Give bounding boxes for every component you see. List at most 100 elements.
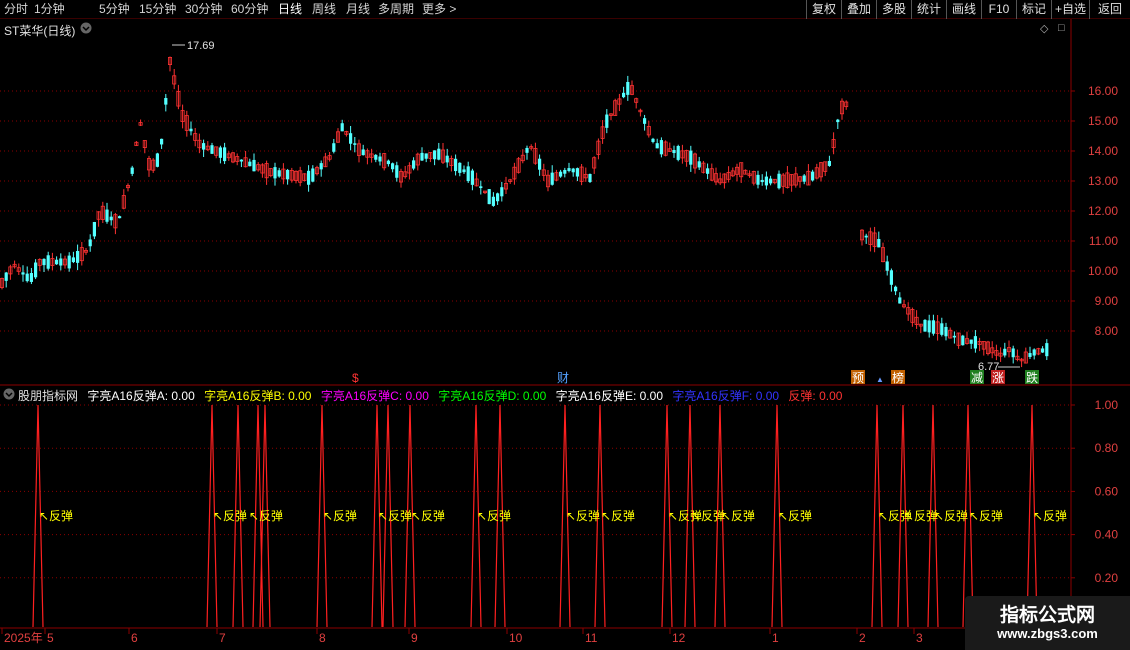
candle-body xyxy=(462,169,466,173)
candle-body xyxy=(248,161,252,167)
period-tab-1min[interactable]: 1分钟 xyxy=(34,1,65,18)
event-marker: 涨 xyxy=(992,370,1004,385)
candle-body xyxy=(59,258,63,266)
candle-body xyxy=(894,286,898,292)
site-watermark: 指标公式网 www.zbgs3.com xyxy=(965,596,1130,650)
overlay-button[interactable]: 叠加 xyxy=(841,0,876,19)
period-toolbar: 分时 1分钟 5分钟 15分钟 30分钟 60分钟 日线 周线 月线 多周期 更… xyxy=(0,0,1130,19)
x-axis-label: 6 xyxy=(131,631,138,645)
candle-body xyxy=(433,150,437,160)
candle-body xyxy=(952,335,956,338)
candle-body xyxy=(218,147,222,158)
rebound-signal-label: ↖反弹 xyxy=(1033,509,1067,523)
candle-body xyxy=(109,216,113,221)
period-tab-5min[interactable]: 5分钟 xyxy=(99,1,130,18)
candle-body xyxy=(210,145,214,154)
candle-body xyxy=(311,168,315,182)
watermark-url: www.zbgs3.com xyxy=(997,626,1098,641)
price-tick-label: 14.00 xyxy=(1088,144,1118,158)
indicator-tick-label: 0.60 xyxy=(1095,484,1119,498)
period-tab-15min[interactable]: 15分钟 xyxy=(139,1,176,18)
rebound-signal-label: ↖反弹 xyxy=(411,509,445,523)
x-axis-label: 8 xyxy=(319,631,326,645)
mark-button[interactable]: 标记 xyxy=(1016,0,1051,19)
candle-body xyxy=(944,326,948,337)
period-tab-intraday[interactable]: 分时 xyxy=(4,1,28,18)
candle-body xyxy=(307,170,311,185)
candle-body xyxy=(487,189,491,205)
candle-body xyxy=(361,149,365,156)
candle-body xyxy=(1003,348,1007,356)
candle-body xyxy=(395,165,399,178)
back-button[interactable]: 返回 xyxy=(1089,0,1130,19)
candle-body xyxy=(332,143,336,152)
x-axis-label: 5 xyxy=(47,631,54,645)
rebound-signal-label: ↖反弹 xyxy=(323,509,357,523)
candle-body xyxy=(34,262,38,278)
candle-body xyxy=(777,173,781,189)
x-axis-label: 2 xyxy=(859,631,866,645)
statistics-button[interactable]: 统计 xyxy=(911,0,946,19)
candle-body xyxy=(378,156,382,162)
candle-body xyxy=(760,179,764,183)
candle-body xyxy=(454,158,458,172)
candle-body xyxy=(76,251,80,263)
candle-body xyxy=(643,118,647,124)
candle-body xyxy=(29,273,33,282)
candle-body xyxy=(940,323,944,335)
add-watchlist-button[interactable]: +自选 xyxy=(1051,0,1089,19)
watermark-title: 指标公式网 xyxy=(999,605,1095,626)
price-tick-label: 12.00 xyxy=(1088,204,1118,218)
period-tab-more[interactable]: 更多 > xyxy=(422,1,456,18)
candle-body xyxy=(811,171,815,181)
candle-body xyxy=(764,176,768,186)
period-tab-weekly[interactable]: 周线 xyxy=(312,1,336,18)
candle-body xyxy=(374,154,378,160)
candle-body xyxy=(836,119,840,123)
price-tick-label: 16.00 xyxy=(1088,84,1118,98)
candle-body xyxy=(697,161,701,168)
candle-body xyxy=(605,114,609,128)
candle-body xyxy=(1041,348,1045,353)
candle-body xyxy=(412,160,416,169)
candle-body xyxy=(349,133,353,144)
candle-body xyxy=(496,193,500,202)
candle-body xyxy=(563,169,567,174)
event-marker: 榜 xyxy=(892,370,904,385)
f10-button[interactable]: F10 xyxy=(981,0,1016,19)
event-arrow: ▲ xyxy=(876,375,884,384)
candle-body xyxy=(155,153,159,167)
rebound-signal-label: ↖反弹 xyxy=(778,509,812,523)
indicator-tick-label: 0.20 xyxy=(1095,571,1119,585)
candle-body xyxy=(105,209,109,222)
candle-body xyxy=(923,319,927,332)
period-tab-daily[interactable]: 日线 xyxy=(278,1,302,18)
rebound-signal-label: ↖反弹 xyxy=(691,509,725,523)
adjust-button[interactable]: 复权 xyxy=(806,0,841,19)
candle-body xyxy=(340,123,344,132)
candle-body xyxy=(588,173,592,183)
multi-stock-button[interactable]: 多股 xyxy=(876,0,911,19)
candle-body xyxy=(559,171,563,177)
kline-chart-canvas[interactable]: 16.0015.0014.0013.0012.0011.0010.009.008… xyxy=(0,19,1130,650)
price-tick-label: 15.00 xyxy=(1088,114,1118,128)
draw-line-button[interactable]: 画线 xyxy=(946,0,981,19)
candle-body xyxy=(655,143,659,149)
candle-body xyxy=(500,187,504,197)
rebound-signal-label: ↖反弹 xyxy=(934,509,968,523)
candle-body xyxy=(827,160,831,166)
candle-body xyxy=(1011,348,1015,358)
event-marker: 财 xyxy=(557,371,569,385)
event-marker: 预 xyxy=(852,371,864,385)
candle-body xyxy=(575,168,579,177)
rebound-signal-label: ↖反弹 xyxy=(39,509,73,523)
candle-body xyxy=(71,257,75,263)
rebound-signal-label: ↖反弹 xyxy=(249,509,283,523)
period-tab-30min[interactable]: 30分钟 xyxy=(185,1,222,18)
period-tab-60min[interactable]: 60分钟 xyxy=(231,1,268,18)
period-tab-multi[interactable]: 多周期 xyxy=(378,1,414,18)
price-tick-label: 11.00 xyxy=(1089,234,1118,248)
x-axis-label: 1 xyxy=(772,631,779,645)
candle-body xyxy=(659,140,663,155)
period-tab-monthly[interactable]: 月线 xyxy=(346,1,370,18)
